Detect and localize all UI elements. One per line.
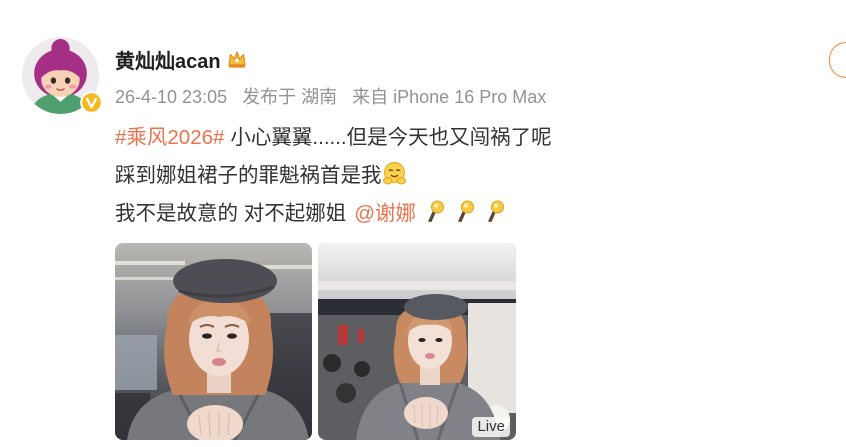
- hands: [404, 397, 448, 429]
- right-eye: [227, 333, 237, 339]
- torch-highlight: [494, 203, 499, 208]
- lips: [212, 358, 226, 366]
- post-photo-2[interactable]: Live: [318, 243, 516, 440]
- weibo-post-card: 黄灿灿acan 26-4-10 23:05 发布于 湖南 来自 iPhone 1…: [0, 0, 846, 447]
- post-line-3: 我不是故意的 对不起娜姐 @谢娜: [115, 192, 552, 230]
- left-eye: [418, 338, 426, 342]
- torch-flame: [461, 200, 475, 214]
- venue-structure: [115, 335, 157, 390]
- ceiling-light: [115, 277, 177, 280]
- ceiling-light: [115, 261, 185, 265]
- gold-verified-v-icon: [80, 91, 103, 114]
- post-text-segment: 我不是故意的 对不起娜姐: [115, 202, 347, 225]
- avatar-left-eye: [50, 77, 57, 84]
- avatar-left-cheek: [44, 84, 52, 89]
- torch-emoji-icon: [428, 200, 445, 222]
- crown-gem: [234, 58, 239, 63]
- post-line-1: #乘风2026# 小心翼翼......但是今天也又闯祸了呢: [115, 116, 552, 154]
- post-photo-1[interactable]: [115, 243, 312, 440]
- follow-button[interactable]: [829, 42, 846, 78]
- photo-image: [115, 243, 312, 440]
- username-row: 黄灿灿acan: [115, 45, 248, 74]
- crown-base: [228, 65, 245, 68]
- post-text: #乘风2026# 小心翼翼......但是今天也又闯祸了呢 踩到娜姐裙子的罪魁祸…: [115, 116, 552, 230]
- post-location: 发布于 湖南: [242, 87, 338, 107]
- username[interactable]: 黄灿灿acan: [115, 45, 221, 74]
- photo-image: [318, 243, 516, 440]
- red-sign: [358, 329, 364, 343]
- post-meta: 26-4-10 23:05 发布于 湖南 来自 iPhone 16 Pro Ma…: [115, 86, 546, 108]
- crown-icon[interactable]: [226, 48, 248, 70]
- post-time[interactable]: 26-4-10 23:05: [115, 87, 227, 107]
- crown-shape: [227, 51, 246, 66]
- torch-flame: [491, 200, 505, 214]
- ceiling: [318, 243, 516, 301]
- hashtag-link[interactable]: #乘风2026#: [115, 120, 224, 150]
- red-sign: [338, 325, 348, 345]
- right-eye: [435, 338, 443, 342]
- mention-link[interactable]: @谢娜: [354, 196, 416, 226]
- torch-highlight: [434, 203, 439, 208]
- audience-head: [336, 383, 356, 403]
- avatar-right-cheek: [69, 84, 77, 89]
- torch-flame: [431, 200, 445, 214]
- verified-badge: [80, 91, 103, 114]
- audience-head: [354, 361, 370, 377]
- post-line-2: 踩到娜姐裙子的罪魁祸首是我: [115, 154, 552, 192]
- post-source: 来自 iPhone 16 Pro Max: [352, 87, 547, 107]
- torch-emoji-icon: [458, 200, 475, 222]
- verified-circle: [80, 91, 103, 114]
- torch-highlight: [464, 203, 469, 208]
- emoji-left-hand: [382, 176, 392, 184]
- hug-emoji-icon: [382, 161, 406, 184]
- beret: [404, 294, 468, 320]
- live-photo-badge: Live: [472, 417, 510, 437]
- emoji-right-hand: [396, 176, 406, 184]
- lips: [425, 353, 435, 359]
- audience-head: [323, 354, 341, 372]
- avatar-right-eye: [64, 77, 71, 84]
- left-eye: [202, 333, 212, 339]
- post-text-segment: 小心翼翼......但是今天也又闯祸了呢: [230, 126, 552, 149]
- post-text-segment: 踩到娜姐裙子的罪魁祸首是我: [115, 164, 382, 187]
- torch-emoji-icon: [488, 200, 505, 222]
- ceiling-light: [318, 281, 516, 290]
